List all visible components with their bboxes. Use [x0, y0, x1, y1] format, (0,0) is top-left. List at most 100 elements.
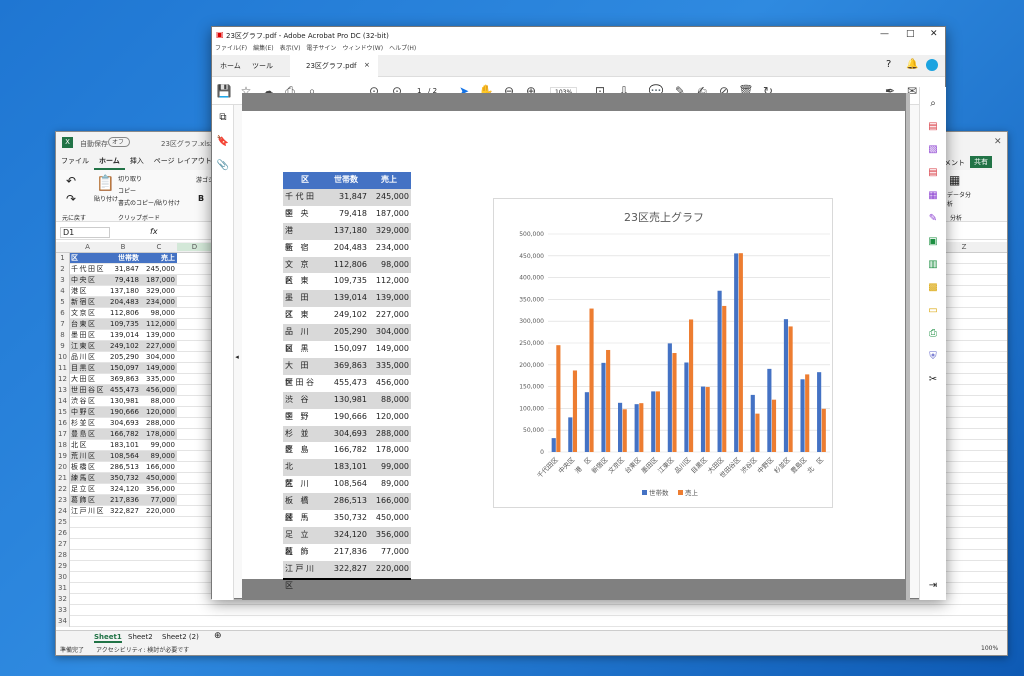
col-header-d[interactable]: D	[177, 243, 212, 251]
tab-sheet1[interactable]: Sheet1	[94, 633, 122, 643]
cell[interactable]: 183,101	[105, 440, 141, 450]
menu-page-layout[interactable]: ページ レイアウト	[149, 154, 217, 168]
paste-icon[interactable]: 📋	[96, 174, 115, 192]
cell[interactable]: 荒川区	[70, 451, 105, 461]
comment-button[interactable]: メント	[944, 158, 965, 168]
row-number[interactable]: 32	[56, 594, 70, 605]
menu-window[interactable]: ウィンドウ(W)	[339, 43, 386, 52]
cell[interactable]: 350,732	[105, 473, 141, 483]
more-tools-icon[interactable]: ✂	[926, 373, 940, 387]
row-number[interactable]: 30	[56, 572, 70, 583]
cell[interactable]: 130,981	[105, 396, 141, 406]
cell[interactable]: 江戸川区	[70, 506, 105, 516]
row-number[interactable]: 27	[56, 539, 70, 550]
name-box[interactable]: D1	[60, 227, 110, 238]
edit-pdf-icon[interactable]: ▧	[926, 143, 940, 157]
row-number[interactable]: 29	[56, 561, 70, 572]
help-icon[interactable]: ?	[886, 59, 891, 70]
undo-icon[interactable]: ↶	[66, 174, 76, 188]
cell[interactable]: 112,806	[105, 308, 141, 318]
row-number[interactable]: 34	[56, 616, 70, 627]
row-number[interactable]: 28	[56, 550, 70, 561]
cell[interactable]: 220,000	[141, 506, 177, 516]
cell[interactable]: 120,000	[141, 407, 177, 417]
data-analysis-label[interactable]: データ分析	[947, 190, 971, 208]
cell[interactable]: 187,000	[141, 275, 177, 285]
row-number[interactable]: 11	[56, 363, 70, 374]
cell[interactable]: 豊島区	[70, 429, 105, 439]
row-number[interactable]: 33	[56, 605, 70, 616]
row-number[interactable]: 6	[56, 308, 70, 319]
menu-esign[interactable]: 電子サイン	[303, 43, 339, 52]
col-header-b[interactable]: B	[105, 243, 141, 251]
cell[interactable]: 245,000	[141, 264, 177, 274]
format-painter-button[interactable]: 書式のコピー/貼り付け	[118, 198, 180, 207]
protect-icon[interactable]: ▩	[926, 281, 940, 295]
cell[interactable]: 112,000	[141, 319, 177, 329]
menu-view[interactable]: 表示(V)	[277, 43, 304, 52]
cell[interactable]: 322,827	[105, 506, 141, 516]
cell[interactable]: 88,000	[141, 396, 177, 406]
fx-icon[interactable]: fx	[150, 227, 158, 236]
cell[interactable]: 79,418	[105, 275, 141, 285]
cell[interactable]: 288,000	[141, 418, 177, 428]
organize-pages-icon[interactable]: ▦	[926, 189, 940, 203]
cut-button[interactable]: 切り取り	[118, 174, 142, 183]
row-number[interactable]: 3	[56, 275, 70, 286]
cell[interactable]: 227,000	[141, 341, 177, 351]
menu-edit[interactable]: 編集(E)	[250, 43, 276, 52]
cell[interactable]: 杉並区	[70, 418, 105, 428]
tab-home[interactable]: ホーム	[220, 61, 241, 71]
row-number[interactable]: 22	[56, 484, 70, 495]
add-sheet-icon[interactable]: ⊕	[214, 631, 222, 641]
paste-label[interactable]: 貼り付け	[94, 194, 118, 203]
cell[interactable]: 304,000	[141, 352, 177, 362]
row-number[interactable]: 21	[56, 473, 70, 484]
row-number[interactable]: 25	[56, 517, 70, 528]
row-number[interactable]: 26	[56, 528, 70, 539]
cell[interactable]: 渋谷区	[70, 396, 105, 406]
bookmark-icon[interactable]: 🔖	[216, 135, 230, 149]
row-number[interactable]: 12	[56, 374, 70, 385]
menu-file[interactable]: ファイル	[56, 154, 94, 168]
row-number[interactable]: 4	[56, 286, 70, 297]
menu-home[interactable]: ホーム	[94, 154, 125, 170]
cell[interactable]: 335,000	[141, 374, 177, 384]
avatar[interactable]	[926, 59, 938, 71]
cell[interactable]: 324,120	[105, 484, 141, 494]
cell[interactable]: 455,473	[105, 385, 141, 395]
cell[interactable]: 286,513	[105, 462, 141, 472]
cell[interactable]: 中央区	[70, 275, 105, 285]
cell[interactable]: 品川区	[70, 352, 105, 362]
cell[interactable]: 190,666	[105, 407, 141, 417]
header-cell[interactable]: 世帯数	[105, 253, 141, 263]
menu-help[interactable]: ヘルプ(H)	[386, 43, 419, 52]
cell[interactable]: 234,000	[141, 297, 177, 307]
cell[interactable]: 217,836	[105, 495, 141, 505]
row-number[interactable]: 14	[56, 396, 70, 407]
cell[interactable]: 千代田区	[70, 264, 105, 274]
cell[interactable]: 108,564	[105, 451, 141, 461]
row-number[interactable]: 8	[56, 330, 70, 341]
accessibility-status[interactable]: アクセシビリティ: 検討が必要です	[96, 645, 189, 654]
cell[interactable]: 450,000	[141, 473, 177, 483]
cell[interactable]: 304,693	[105, 418, 141, 428]
cell[interactable]: 98,000	[141, 308, 177, 318]
cell[interactable]: 139,014	[105, 330, 141, 340]
print-production-icon[interactable]: ⎙	[926, 327, 940, 341]
cell[interactable]: 新宿区	[70, 297, 105, 307]
cell[interactable]: 150,097	[105, 363, 141, 373]
menu-file[interactable]: ファイル(F)	[212, 43, 250, 52]
copy-button[interactable]: コピー	[118, 186, 136, 195]
cell[interactable]: 港区	[70, 286, 105, 296]
cell[interactable]: 204,483	[105, 297, 141, 307]
cell[interactable]: 139,000	[141, 330, 177, 340]
cell[interactable]: 葛飾区	[70, 495, 105, 505]
maximize-icon[interactable]: □	[906, 29, 915, 39]
cell[interactable]: 166,000	[141, 462, 177, 472]
row-number[interactable]: 20	[56, 462, 70, 473]
fill-sign-icon[interactable]: ✎	[926, 212, 940, 226]
cell[interactable]: 137,180	[105, 286, 141, 296]
cell[interactable]: 369,863	[105, 374, 141, 384]
cell[interactable]: 356,000	[141, 484, 177, 494]
